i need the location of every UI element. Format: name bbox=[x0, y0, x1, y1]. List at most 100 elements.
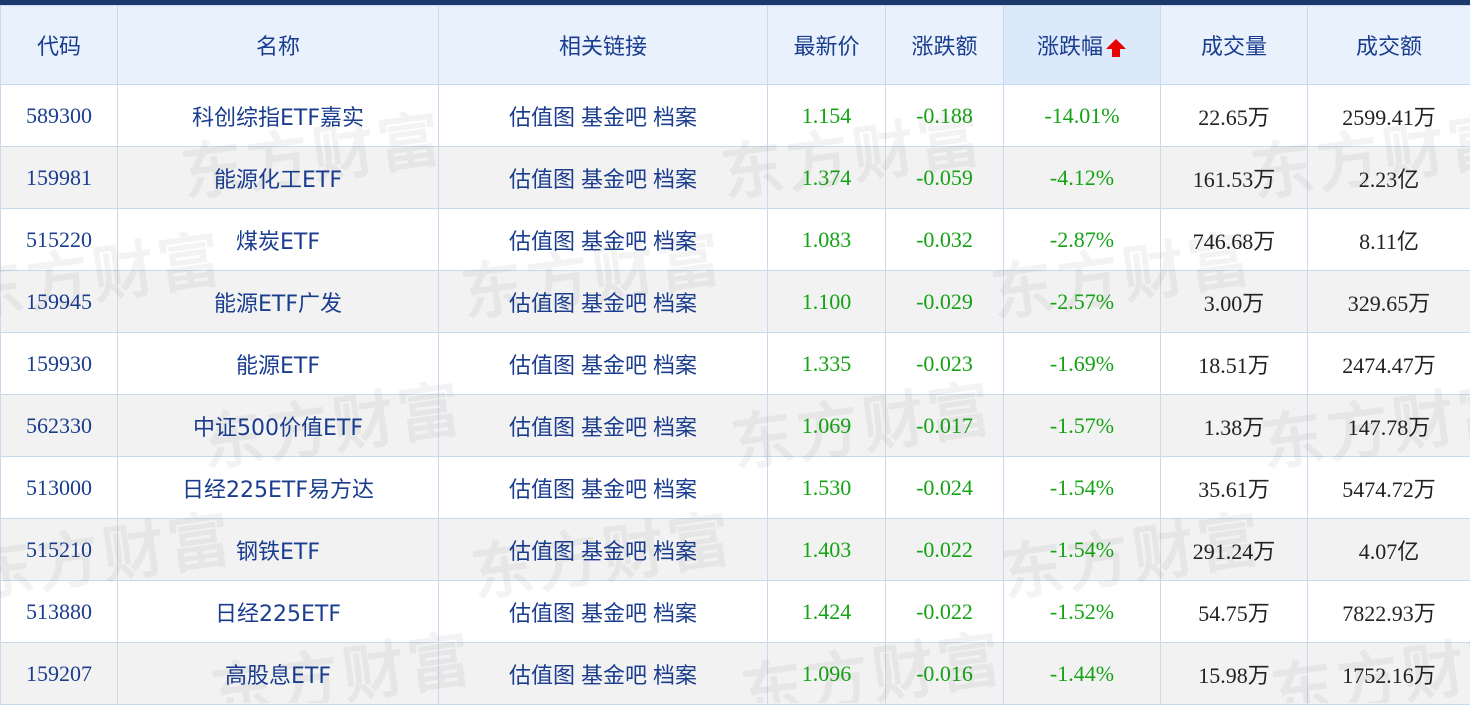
name-link[interactable]: 能源化工ETF bbox=[214, 168, 342, 193]
valuation-chart-link[interactable]: 估值图 bbox=[509, 168, 575, 193]
header-name[interactable]: 名称 bbox=[118, 6, 439, 85]
cell-name[interactable]: 能源ETF bbox=[118, 333, 439, 395]
cell-change-pct: -4.12% bbox=[1004, 147, 1161, 209]
cell-code[interactable]: 515210 bbox=[1, 519, 118, 581]
cell-links: 估值图基金吧档案 bbox=[439, 147, 768, 209]
cell-name[interactable]: 高股息ETF bbox=[118, 643, 439, 705]
cell-code[interactable]: 589300 bbox=[1, 85, 118, 147]
fund-forum-link[interactable]: 基金吧 bbox=[581, 230, 647, 255]
fund-forum-link[interactable]: 基金吧 bbox=[581, 354, 647, 379]
valuation-chart-link[interactable]: 估值图 bbox=[509, 416, 575, 441]
cell-name[interactable]: 能源化工ETF bbox=[118, 147, 439, 209]
cell-volume: 15.98万 bbox=[1161, 643, 1308, 705]
cell-change-pct: -2.57% bbox=[1004, 271, 1161, 333]
cell-change: -0.023 bbox=[886, 333, 1004, 395]
fund-profile-link[interactable]: 档案 bbox=[653, 168, 697, 193]
name-link[interactable]: 煤炭ETF bbox=[236, 230, 320, 255]
fund-profile-link[interactable]: 档案 bbox=[653, 664, 697, 689]
fund-forum-link[interactable]: 基金吧 bbox=[581, 602, 647, 627]
code-link[interactable]: 589300 bbox=[26, 103, 92, 128]
cell-code[interactable]: 513000 bbox=[1, 457, 118, 519]
fund-forum-link[interactable]: 基金吧 bbox=[581, 416, 647, 441]
cell-change: -0.024 bbox=[886, 457, 1004, 519]
fund-forum-link[interactable]: 基金吧 bbox=[581, 478, 647, 503]
name-link[interactable]: 高股息ETF bbox=[225, 664, 331, 689]
cell-volume: 161.53万 bbox=[1161, 147, 1308, 209]
cell-code[interactable]: 159981 bbox=[1, 147, 118, 209]
cell-price: 1.374 bbox=[768, 147, 886, 209]
cell-name[interactable]: 日经225ETF bbox=[118, 581, 439, 643]
name-link[interactable]: 能源ETF广发 bbox=[214, 292, 342, 317]
valuation-chart-link[interactable]: 估值图 bbox=[509, 292, 575, 317]
valuation-chart-link[interactable]: 估值图 bbox=[509, 106, 575, 131]
cell-code[interactable]: 159930 bbox=[1, 333, 118, 395]
fund-profile-link[interactable]: 档案 bbox=[653, 106, 697, 131]
cell-code[interactable]: 159207 bbox=[1, 643, 118, 705]
header-change[interactable]: 涨跌额 bbox=[886, 6, 1004, 85]
cell-code[interactable]: 515220 bbox=[1, 209, 118, 271]
cell-amount: 8.11亿 bbox=[1308, 209, 1470, 271]
cell-change: -0.022 bbox=[886, 581, 1004, 643]
code-link[interactable]: 159945 bbox=[26, 289, 92, 314]
cell-name[interactable]: 科创综指ETF嘉实 bbox=[118, 85, 439, 147]
cell-code[interactable]: 562330 bbox=[1, 395, 118, 457]
name-link[interactable]: 日经225ETF易方达 bbox=[182, 478, 374, 503]
code-link[interactable]: 513000 bbox=[26, 475, 92, 500]
code-link[interactable]: 159207 bbox=[26, 661, 92, 686]
fund-profile-link[interactable]: 档案 bbox=[653, 478, 697, 503]
header-change-pct[interactable]: 涨跌幅 bbox=[1004, 6, 1161, 85]
code-link[interactable]: 515210 bbox=[26, 537, 92, 562]
fund-forum-link[interactable]: 基金吧 bbox=[581, 106, 647, 131]
code-link[interactable]: 515220 bbox=[26, 227, 92, 252]
header-code[interactable]: 代码 bbox=[1, 6, 118, 85]
fund-forum-link[interactable]: 基金吧 bbox=[581, 540, 647, 565]
code-link[interactable]: 159981 bbox=[26, 165, 92, 190]
valuation-chart-link[interactable]: 估值图 bbox=[509, 478, 575, 503]
table-row: 159981能源化工ETF估值图基金吧档案1.374-0.059-4.12%16… bbox=[1, 147, 1470, 209]
fund-profile-link[interactable]: 档案 bbox=[653, 416, 697, 441]
cell-links: 估值图基金吧档案 bbox=[439, 85, 768, 147]
cell-change-pct: -2.87% bbox=[1004, 209, 1161, 271]
header-links: 相关链接 bbox=[439, 6, 768, 85]
cell-name[interactable]: 钢铁ETF bbox=[118, 519, 439, 581]
cell-volume: 35.61万 bbox=[1161, 457, 1308, 519]
cell-amount: 4.07亿 bbox=[1308, 519, 1470, 581]
fund-profile-link[interactable]: 档案 bbox=[653, 602, 697, 627]
cell-volume: 18.51万 bbox=[1161, 333, 1308, 395]
code-link[interactable]: 159930 bbox=[26, 351, 92, 376]
arrow-up-icon bbox=[1105, 37, 1127, 59]
header-price[interactable]: 最新价 bbox=[768, 6, 886, 85]
cell-change-pct: -1.57% bbox=[1004, 395, 1161, 457]
name-link[interactable]: 科创综指ETF嘉实 bbox=[192, 106, 364, 131]
cell-change-pct: -1.54% bbox=[1004, 457, 1161, 519]
valuation-chart-link[interactable]: 估值图 bbox=[509, 230, 575, 255]
cell-price: 1.096 bbox=[768, 643, 886, 705]
valuation-chart-link[interactable]: 估值图 bbox=[509, 664, 575, 689]
table-row: 159207高股息ETF估值图基金吧档案1.096-0.016-1.44%15.… bbox=[1, 643, 1470, 705]
cell-code[interactable]: 159945 bbox=[1, 271, 118, 333]
fund-forum-link[interactable]: 基金吧 bbox=[581, 168, 647, 193]
header-amount[interactable]: 成交额 bbox=[1308, 6, 1470, 85]
cell-volume: 3.00万 bbox=[1161, 271, 1308, 333]
fund-profile-link[interactable]: 档案 bbox=[653, 230, 697, 255]
fund-forum-link[interactable]: 基金吧 bbox=[581, 664, 647, 689]
name-link[interactable]: 钢铁ETF bbox=[236, 540, 320, 565]
fund-profile-link[interactable]: 档案 bbox=[653, 540, 697, 565]
cell-name[interactable]: 能源ETF广发 bbox=[118, 271, 439, 333]
valuation-chart-link[interactable]: 估值图 bbox=[509, 602, 575, 627]
valuation-chart-link[interactable]: 估值图 bbox=[509, 354, 575, 379]
code-link[interactable]: 513880 bbox=[26, 599, 92, 624]
fund-forum-link[interactable]: 基金吧 bbox=[581, 292, 647, 317]
name-link[interactable]: 日经225ETF bbox=[215, 602, 341, 627]
cell-name[interactable]: 煤炭ETF bbox=[118, 209, 439, 271]
cell-code[interactable]: 513880 bbox=[1, 581, 118, 643]
header-volume[interactable]: 成交量 bbox=[1161, 6, 1308, 85]
fund-profile-link[interactable]: 档案 bbox=[653, 292, 697, 317]
valuation-chart-link[interactable]: 估值图 bbox=[509, 540, 575, 565]
fund-profile-link[interactable]: 档案 bbox=[653, 354, 697, 379]
cell-name[interactable]: 中证500价值ETF bbox=[118, 395, 439, 457]
cell-name[interactable]: 日经225ETF易方达 bbox=[118, 457, 439, 519]
name-link[interactable]: 中证500价值ETF bbox=[193, 416, 363, 441]
code-link[interactable]: 562330 bbox=[26, 413, 92, 438]
name-link[interactable]: 能源ETF bbox=[236, 354, 320, 379]
